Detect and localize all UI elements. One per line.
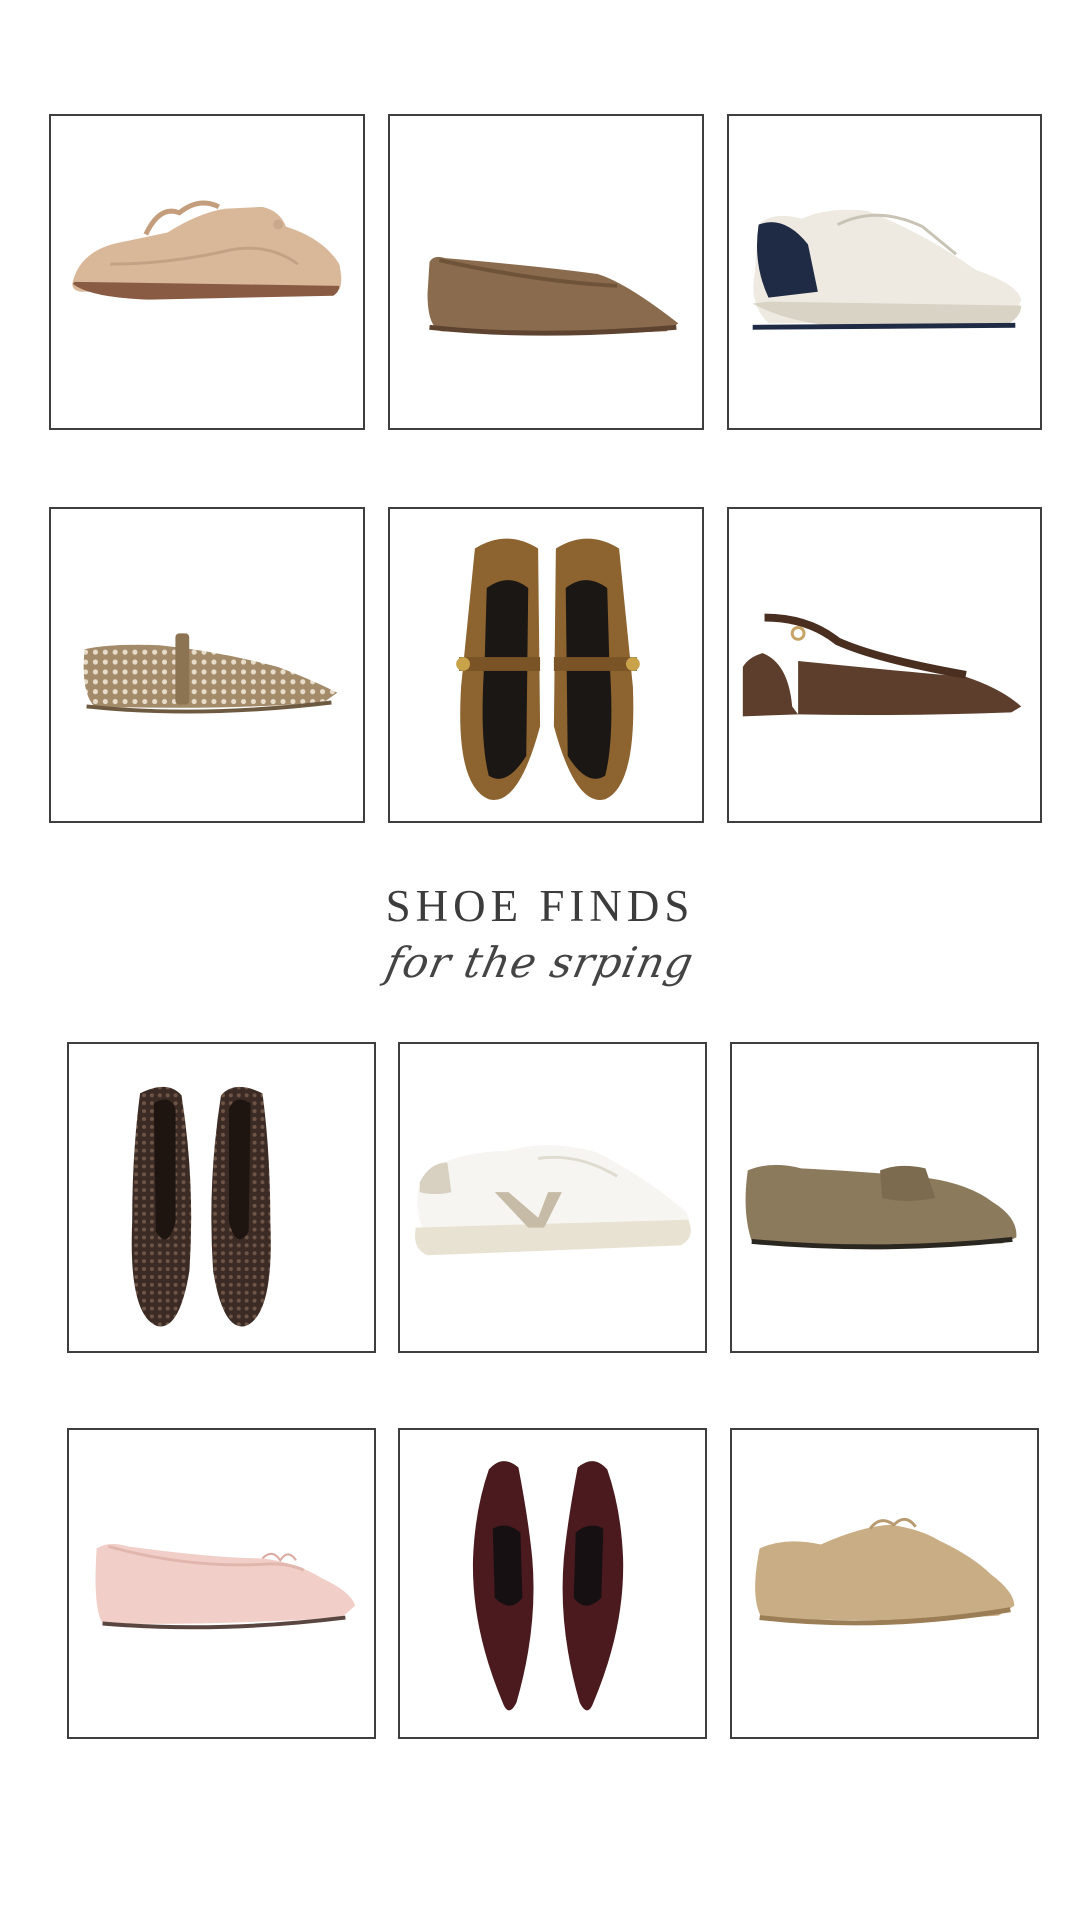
heading-title: SHOE FINDS (385, 881, 695, 931)
olive-loafer-icon (745, 1164, 1017, 1250)
brown-flat-icon (427, 256, 679, 336)
product-card-brown-flat[interactable] (388, 114, 704, 430)
product-card-tan-sneaker[interactable] (49, 114, 365, 430)
product-card-woven-flat-pair[interactable] (67, 1042, 376, 1353)
brown-mary-jane-pair-icon (456, 538, 640, 800)
burgundy-slingback-pair-icon (472, 1461, 624, 1711)
beige-lace-up-icon (755, 1517, 1015, 1626)
white-veja-sneaker-icon (415, 1145, 691, 1256)
perforated-mary-jane-icon (83, 633, 338, 714)
heading-subtitle: for the srping (381, 938, 699, 987)
product-card-olive-loafer[interactable] (730, 1042, 1039, 1353)
product-card-brown-mary-jane-pair[interactable] (388, 507, 704, 823)
product-card-burgundy-slingback-pair[interactable] (398, 1428, 707, 1739)
woven-flat-pair-icon (131, 1086, 271, 1327)
white-runner-icon (752, 209, 1022, 330)
tan-sneaker-icon (72, 200, 342, 300)
brown-slingback-icon (742, 613, 1022, 717)
product-card-white-veja-sneaker[interactable] (398, 1042, 707, 1353)
section-heading: SHOE FINDS for the srping (0, 880, 1080, 987)
product-card-brown-slingback[interactable] (727, 507, 1042, 823)
product-card-perforated-mary-jane[interactable] (49, 507, 365, 823)
pink-ballet-flat-icon (95, 1543, 356, 1630)
product-card-white-runner[interactable] (727, 114, 1042, 430)
product-card-beige-lace-up[interactable] (730, 1428, 1039, 1739)
product-card-pink-ballet-flat[interactable] (67, 1428, 376, 1739)
